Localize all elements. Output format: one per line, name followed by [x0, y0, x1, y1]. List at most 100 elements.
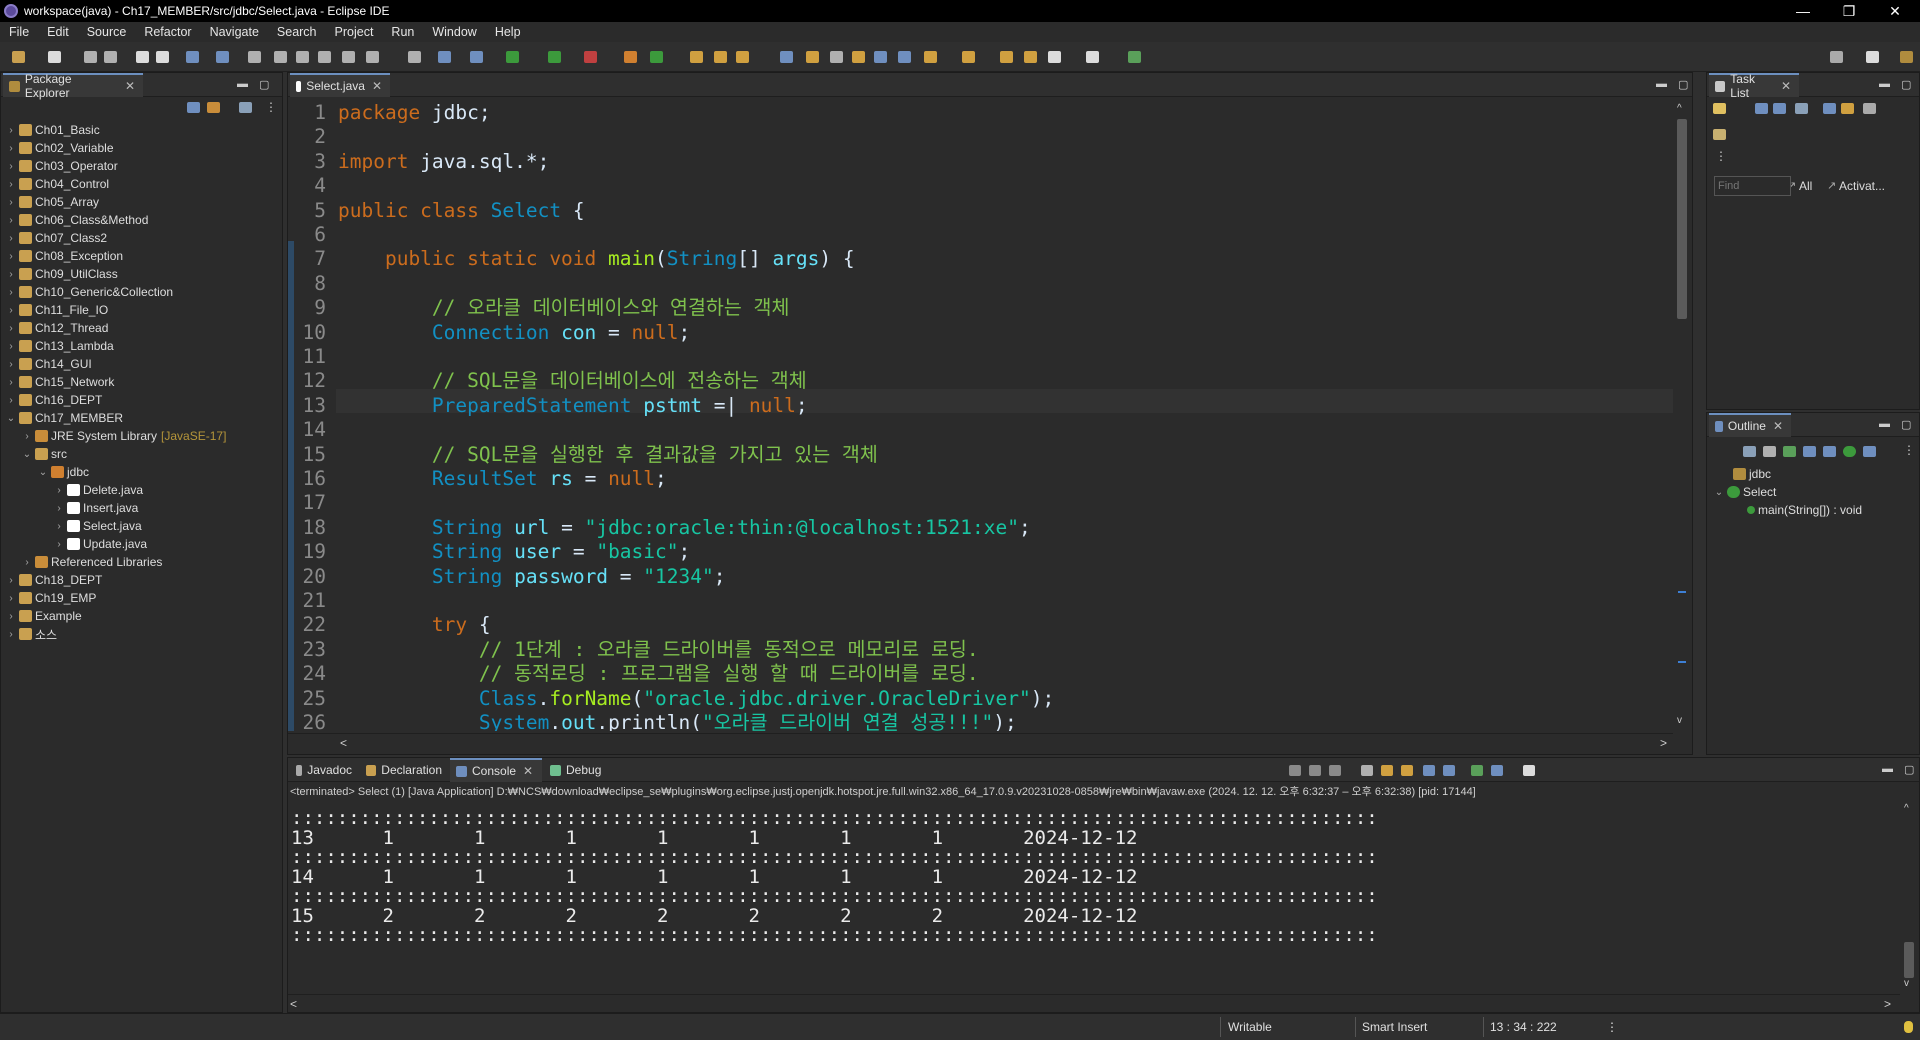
chevron-right-icon[interactable]: › [5, 377, 17, 388]
chevron-down-icon[interactable]: ⌄ [1713, 487, 1725, 498]
tree-item[interactable]: › Ch13_Lambda [5, 337, 113, 355]
step-return-icon[interactable] [366, 51, 379, 63]
code-line[interactable]: 20 String password = "1234"; [288, 565, 1673, 589]
external-tools-icon[interactable] [584, 51, 597, 63]
scroll-left-icon[interactable]: < [290, 997, 297, 1011]
editor-horizontal-scrollbar[interactable]: < > [288, 733, 1673, 751]
forward-icon[interactable] [1086, 51, 1099, 63]
categorized-icon[interactable] [1755, 103, 1768, 114]
skip-breakpoints-icon[interactable] [438, 51, 451, 63]
new-class-icon[interactable] [650, 51, 663, 63]
chevron-right-icon[interactable]: › [5, 323, 17, 334]
minimize-icon[interactable]: ▬ [1879, 78, 1890, 90]
tree-item[interactable]: › Ch11_File_IO [5, 301, 108, 319]
code-line[interactable]: 4 [288, 174, 1673, 198]
status-more-icon[interactable]: ⋮ [1606, 1020, 1618, 1034]
chevron-right-icon[interactable]: › [5, 251, 17, 262]
console-vertical-scrollbar[interactable]: ^ v [1900, 802, 1918, 992]
chevron-right-icon[interactable]: › [5, 269, 17, 280]
code-line[interactable]: 16 ResultSet rs = null; [288, 467, 1673, 491]
scroll-left-icon[interactable]: < [340, 736, 347, 750]
code-line[interactable]: 10 Connection con = null; [288, 321, 1673, 345]
mark-icon[interactable] [830, 51, 843, 63]
tree-item[interactable]: › JRE System Library [JavaSE-17] [21, 427, 226, 445]
menu-source[interactable]: Source [78, 25, 136, 39]
remove-launch-icon[interactable] [1309, 765, 1321, 776]
tree-item[interactable]: › Delete.java [53, 481, 143, 499]
chevron-right-icon[interactable]: › [5, 359, 17, 370]
tree-item[interactable]: ⌄ jdbc [37, 463, 89, 481]
step-over-icon[interactable] [342, 51, 355, 63]
clear-console-icon[interactable] [1361, 765, 1373, 776]
maximize-icon[interactable]: ▢ [1901, 418, 1911, 431]
close-icon[interactable]: ✕ [125, 79, 135, 93]
scroll-thumb[interactable] [1904, 942, 1914, 978]
scroll-up-icon[interactable]: ^ [1677, 103, 1682, 114]
breadcrumb-icon[interactable] [852, 51, 865, 63]
java-perspective-icon[interactable] [1900, 51, 1913, 63]
remove-all-icon[interactable] [1329, 765, 1341, 776]
terminate-icon[interactable] [1289, 765, 1301, 776]
search-tool-icon[interactable] [736, 51, 749, 63]
annotation-icon[interactable] [780, 51, 793, 63]
code-line[interactable]: 12 // SQL문을 데이터베이스에 전송하는 객체 [288, 369, 1673, 393]
open-console-icon[interactable] [1523, 765, 1535, 776]
pin-console-icon[interactable] [1471, 765, 1483, 776]
sort-icon[interactable] [1743, 446, 1756, 457]
close-icon[interactable]: ✕ [372, 79, 382, 93]
chevron-right-icon[interactable]: › [5, 341, 17, 352]
console-toggle-icon[interactable] [408, 51, 421, 63]
tree-item[interactable]: › Insert.java [53, 499, 138, 517]
search-icon[interactable] [1830, 51, 1843, 63]
chevron-right-icon[interactable]: › [53, 539, 65, 550]
scroll-lock-icon[interactable] [1381, 765, 1393, 776]
status-cursor-position[interactable]: 13 : 34 : 222 [1490, 1020, 1557, 1034]
perspective-icon[interactable] [1866, 51, 1879, 63]
code-line[interactable]: 14 [288, 418, 1673, 442]
synchronize-icon[interactable] [1841, 103, 1854, 114]
tree-item[interactable]: › Select.java [53, 517, 141, 535]
chevron-right-icon[interactable]: › [5, 215, 17, 226]
code-editor[interactable]: 1 package jdbc; 2 3 import java.sql.*; 4 5 publ… [288, 101, 1673, 731]
tab-javadoc[interactable]: Javadoc [290, 758, 360, 782]
display-console-icon[interactable] [1491, 765, 1503, 776]
tree-item[interactable]: › Ch18_DEPT [5, 571, 102, 589]
debug-resume-icon[interactable] [216, 51, 229, 63]
debug-icon[interactable] [548, 51, 561, 63]
word-wrap-icon[interactable] [1401, 765, 1413, 776]
scroll-down-icon[interactable]: v [1904, 978, 1909, 989]
chevron-right-icon[interactable]: › [5, 287, 17, 298]
activate-link[interactable]: Activat... [1839, 179, 1885, 193]
menu-help[interactable]: Help [486, 25, 530, 39]
chevron-right-icon[interactable]: › [21, 557, 33, 568]
tip-bulb-icon[interactable] [1904, 1021, 1913, 1033]
back-icon[interactable] [1048, 51, 1061, 63]
link-with-editor-icon[interactable] [207, 102, 220, 113]
run-icon[interactable] [506, 51, 519, 63]
tree-item[interactable]: › Ch04_Control [5, 175, 109, 193]
code-line[interactable]: 3 import java.sql.*; [288, 150, 1673, 174]
code-line[interactable]: 9 // 오라클 데이터베이스와 연결하는 객체 [288, 296, 1673, 320]
link-icon[interactable] [1863, 446, 1876, 457]
show-stdout-icon[interactable] [1423, 765, 1435, 776]
collapse-all-icon[interactable] [187, 102, 200, 113]
code-line[interactable]: 21 [288, 589, 1673, 613]
chevron-right-icon[interactable]: › [53, 485, 65, 496]
code-line[interactable]: 19 String user = "basic"; [288, 540, 1673, 564]
scroll-right-icon[interactable]: > [1660, 736, 1667, 750]
menu-edit[interactable]: Edit [38, 25, 78, 39]
tab-package-explorer[interactable]: Package Explorer ✕ [3, 72, 143, 100]
tab-outline[interactable]: Outline ✕ [1709, 413, 1791, 437]
scroll-thumb[interactable] [1677, 119, 1687, 319]
maximize-icon[interactable]: ▢ [259, 78, 269, 91]
collapse-all-icon[interactable] [1823, 103, 1836, 114]
chevron-right-icon[interactable]: › [5, 233, 17, 244]
code-line[interactable]: 25 Class.forName("oracle.jdbc.driver.Ora… [288, 687, 1673, 711]
close-icon[interactable]: ✕ [1781, 79, 1791, 93]
menu-window[interactable]: Window [423, 25, 485, 39]
code-line[interactable]: 22 try { [288, 613, 1673, 637]
coverage-icon[interactable] [470, 51, 483, 63]
code-line[interactable]: 1 package jdbc; [288, 101, 1673, 125]
chevron-down-icon[interactable]: ⌄ [5, 413, 17, 424]
disconnect-icon[interactable] [296, 51, 309, 63]
